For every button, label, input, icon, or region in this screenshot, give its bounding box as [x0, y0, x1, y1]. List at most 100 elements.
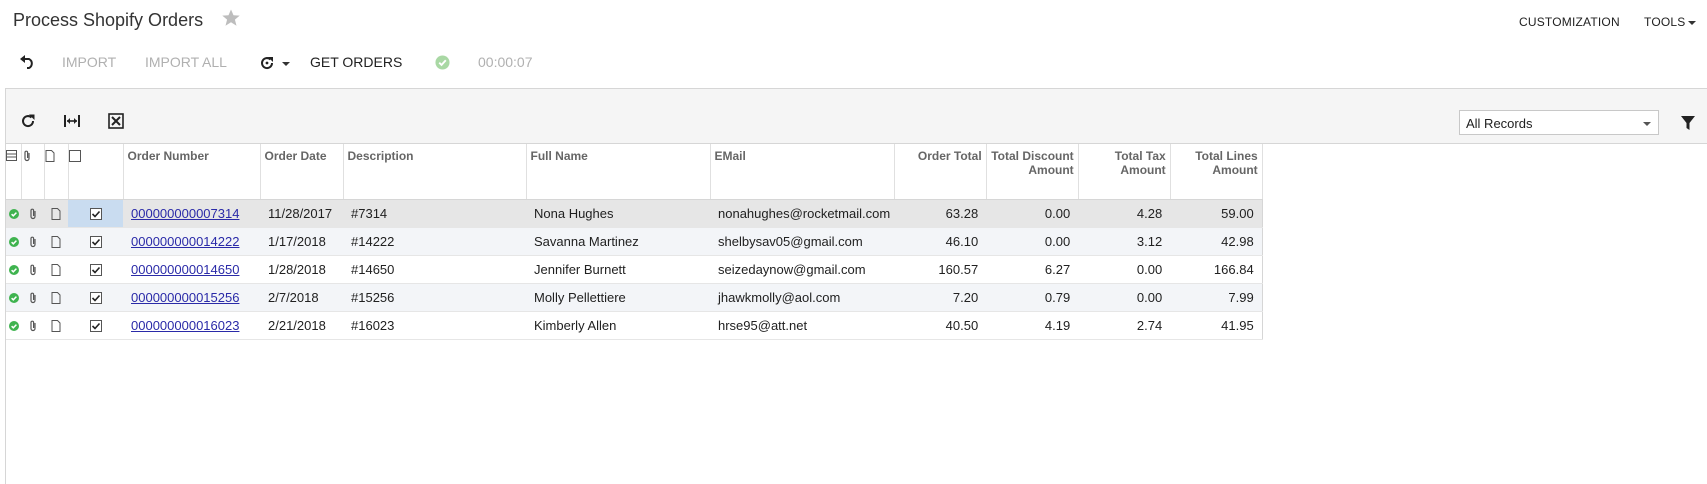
note-icon[interactable]	[51, 320, 61, 333]
checkbox-checked-icon[interactable]	[89, 236, 102, 249]
elapsed-time: 00:00:07	[478, 54, 533, 70]
column-header-full-name[interactable]: Full Name	[526, 144, 711, 200]
row-select-checkbox[interactable]	[68, 199, 123, 228]
description-cell: #7314	[343, 199, 526, 228]
paperclip-icon[interactable]	[28, 320, 38, 332]
row-files-cell[interactable]	[21, 283, 44, 312]
note-icon[interactable]	[51, 236, 61, 249]
row-status-cell	[6, 227, 21, 256]
row-files-cell[interactable]	[21, 255, 44, 284]
row-notes-cell[interactable]	[44, 311, 68, 340]
row-files-cell[interactable]	[21, 311, 44, 340]
order-number-link[interactable]: 000000000015256	[131, 290, 239, 305]
column-header-order-number[interactable]: Order Number	[123, 144, 261, 200]
total-discount-cell: 0.79	[986, 283, 1079, 312]
fit-columns-icon[interactable]	[64, 113, 80, 129]
total-tax-cell: 0.00	[1078, 283, 1171, 312]
order-number-link[interactable]: 000000000014650	[131, 262, 239, 277]
import-all-button[interactable]: IMPORT ALL	[145, 54, 227, 70]
order-date-cell: 1/28/2018	[260, 255, 343, 284]
order-date-cell: 1/17/2018	[260, 227, 343, 256]
row-files-cell[interactable]	[21, 227, 44, 256]
filter-icon[interactable]	[1680, 115, 1696, 131]
column-header-description[interactable]: Description	[343, 144, 527, 200]
order-number-link[interactable]: 000000000016023	[131, 318, 239, 333]
order-date-cell: 2/7/2018	[260, 283, 343, 312]
row-notes-cell[interactable]	[44, 283, 68, 312]
row-notes-cell[interactable]	[44, 255, 68, 284]
paperclip-icon[interactable]	[28, 236, 38, 248]
order-total-cell: 40.50	[894, 311, 987, 340]
order-date-cell: 11/28/2017	[260, 199, 343, 228]
orders-grid-panel: All Records Order Number Order Date Desc…	[5, 88, 1707, 484]
check-circle-icon	[8, 237, 19, 248]
row-select-checkbox[interactable]	[68, 283, 123, 312]
grid-settings-icon[interactable]	[6, 150, 17, 161]
row-status-cell	[6, 311, 21, 340]
paperclip-icon[interactable]	[28, 208, 38, 220]
row-select-checkbox[interactable]	[68, 255, 123, 284]
email-cell: nonahughes@rocketmail.com	[710, 199, 895, 228]
order-number-cell[interactable]: 000000000014650	[123, 255, 260, 284]
order-number-link[interactable]: 000000000014222	[131, 234, 239, 249]
row-notes-cell[interactable]	[44, 199, 68, 228]
chevron-down-icon[interactable]	[282, 62, 290, 66]
chevron-down-icon	[1643, 122, 1651, 126]
table-row[interactable]: 000000000014650 1/28/2018 #14650 Jennife…	[6, 255, 1263, 284]
tools-menu[interactable]: TOOLS	[1644, 15, 1685, 29]
star-icon[interactable]	[221, 8, 241, 28]
row-files-cell[interactable]	[21, 199, 44, 228]
checkbox-checked-icon[interactable]	[89, 320, 102, 333]
customization-menu[interactable]: CUSTOMIZATION	[1519, 15, 1620, 29]
row-select-checkbox[interactable]	[68, 227, 123, 256]
note-icon[interactable]	[51, 264, 61, 277]
get-orders-button[interactable]: GET ORDERS	[310, 54, 402, 70]
table-row[interactable]: 000000000016023 2/21/2018 #16023 Kimberl…	[6, 311, 1263, 340]
column-header-files[interactable]	[21, 144, 45, 200]
grid-toolbar: All Records	[6, 89, 1707, 144]
note-icon[interactable]	[51, 208, 61, 221]
order-number-cell[interactable]: 000000000014222	[123, 227, 260, 256]
paperclip-icon[interactable]	[28, 264, 38, 276]
total-tax-cell: 4.28	[1078, 199, 1171, 228]
column-header-order-total[interactable]: Order Total	[894, 144, 987, 200]
checkbox-icon[interactable]	[68, 150, 81, 162]
check-circle-icon	[8, 265, 19, 276]
orders-table: Order Number Order Date Description Full…	[6, 144, 1263, 340]
column-header-total-discount[interactable]: Total Discount Amount	[986, 144, 1079, 200]
check-circle-icon	[8, 293, 19, 304]
email-cell: jhawkmolly@aol.com	[710, 283, 895, 312]
order-number-cell[interactable]: 000000000016023	[123, 311, 260, 340]
records-filter-select[interactable]: All Records	[1459, 110, 1659, 135]
order-number-cell[interactable]: 000000000015256	[123, 283, 260, 312]
order-number-cell[interactable]: 000000000007314	[123, 199, 260, 228]
table-row[interactable]: 000000000007314 11/28/2017 #7314 Nona Hu…	[6, 199, 1263, 228]
checkbox-checked-icon[interactable]	[89, 292, 102, 305]
row-select-checkbox[interactable]	[68, 311, 123, 340]
order-number-link[interactable]: 000000000007314	[131, 206, 239, 221]
check-circle-icon	[435, 55, 450, 70]
refresh-icon[interactable]	[20, 113, 36, 129]
checkbox-checked-icon[interactable]	[89, 264, 102, 277]
table-row[interactable]: 000000000014222 1/17/2018 #14222 Savanna…	[6, 227, 1263, 256]
column-header-total-lines[interactable]: Total Lines Amount	[1170, 144, 1263, 200]
import-button[interactable]: IMPORT	[62, 54, 116, 70]
table-row[interactable]: 000000000015256 2/7/2018 #15256 Molly Pe…	[6, 283, 1263, 312]
checkbox-checked-icon[interactable]	[89, 208, 102, 221]
email-cell: seizedaynow@gmail.com	[710, 255, 895, 284]
paperclip-icon[interactable]	[28, 292, 38, 304]
total-discount-cell: 4.19	[986, 311, 1079, 340]
row-notes-cell[interactable]	[44, 227, 68, 256]
column-header-select-all[interactable]	[68, 144, 124, 200]
column-header-order-date[interactable]: Order Date	[260, 144, 344, 200]
schedule-icon[interactable]	[259, 55, 275, 71]
column-header-email[interactable]: EMail	[710, 144, 895, 200]
column-header-total-tax[interactable]: Total Tax Amount	[1078, 144, 1171, 200]
column-header-status[interactable]	[6, 144, 22, 200]
note-icon[interactable]	[51, 292, 61, 305]
column-header-notes[interactable]	[44, 144, 69, 200]
table-header-row: Order Number Order Date Description Full…	[6, 144, 1263, 200]
export-excel-icon[interactable]	[108, 113, 124, 129]
description-cell: #16023	[343, 311, 526, 340]
row-status-cell	[6, 255, 21, 284]
